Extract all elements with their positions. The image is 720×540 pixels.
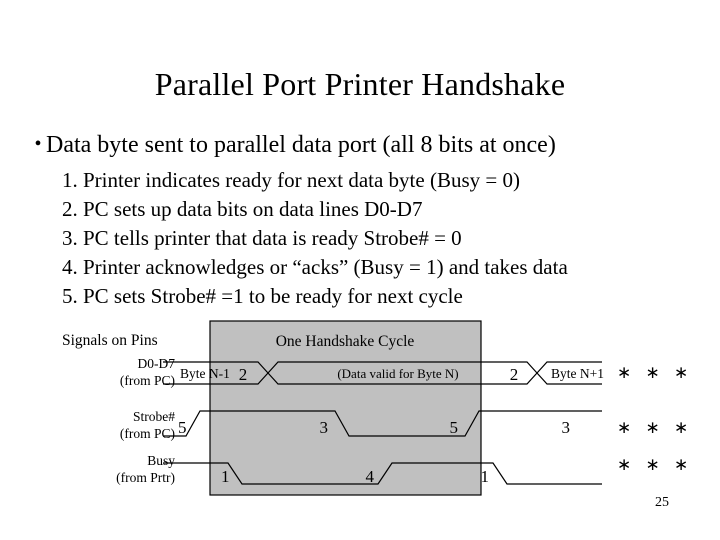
annotation-strobe-step-3-left: 3 <box>320 418 329 437</box>
annotation-busy-step-4: 4 <box>366 467 375 486</box>
annotation-strobe-step-5-right: 5 <box>450 418 459 437</box>
signal-label-busy-name: Busy <box>147 453 175 468</box>
annotation-busy-step-1-right: 1 <box>481 467 490 486</box>
list-item: 1. Printer indicates ready for next data… <box>62 168 520 192</box>
signal-label-strobe-name: Strobe# <box>133 409 175 424</box>
annotation-step-2-right: 2 <box>510 365 519 384</box>
list-item: 2. PC sets up data bits on data lines D0… <box>62 197 423 221</box>
annotation-busy-step-1-left: 1 <box>221 467 230 486</box>
continuation-marks-d0d7: ∗ ∗ ∗ <box>617 363 693 382</box>
page-number: 25 <box>655 495 669 510</box>
list-item: 4. Printer acknowledges or “acks” (Busy … <box>62 255 568 279</box>
signal-label-strobe-source: (from PC) <box>120 426 175 441</box>
main-bullet-text: Data byte sent to parallel data port (al… <box>46 132 556 158</box>
signal-label-d0d7-name: D0-D7 <box>138 356 176 371</box>
list-item: 5. PC sets Strobe# =1 to be ready for ne… <box>62 284 463 308</box>
page-title: Parallel Port Printer Handshake <box>154 66 566 102</box>
main-bullet: • Data byte sent to parallel data port (a… <box>30 128 700 161</box>
slide-canvas: Parallel Port Printer Handshake • Data by… <box>0 0 720 540</box>
annotation-strobe-step-3-right: 3 <box>562 418 571 437</box>
bullet-marker-icon: • <box>34 133 42 155</box>
continuation-marks-strobe: ∗ ∗ ∗ <box>617 418 693 437</box>
handshake-cycle-label: One Handshake Cycle <box>276 333 415 350</box>
continuation-marks-busy: ∗ ∗ ∗ <box>617 455 693 474</box>
annotation-byte-n-minus-1: Byte N-1 <box>180 366 230 381</box>
annotation-byte-n-plus-1: Byte N+1 <box>551 366 604 381</box>
handshake-steps-list: 1. Printer indicates ready for next data… <box>62 166 712 311</box>
signals-on-pins-caption: Signals on Pins <box>62 332 158 349</box>
annotation-step-2-left: 2 <box>239 365 248 384</box>
annotation-strobe-step-5-left: 5 <box>178 418 187 437</box>
signal-label-busy-source: (from Prtr) <box>116 470 175 485</box>
annotation-data-valid-byte-n: (Data valid for Byte N) <box>337 366 458 381</box>
list-item: 3. PC tells printer that data is ready S… <box>62 226 462 250</box>
signal-label-d0d7-source: (from PC) <box>120 373 175 388</box>
timing-diagram: Signals on Pins One Handshake Cycle D0-D… <box>0 316 720 516</box>
